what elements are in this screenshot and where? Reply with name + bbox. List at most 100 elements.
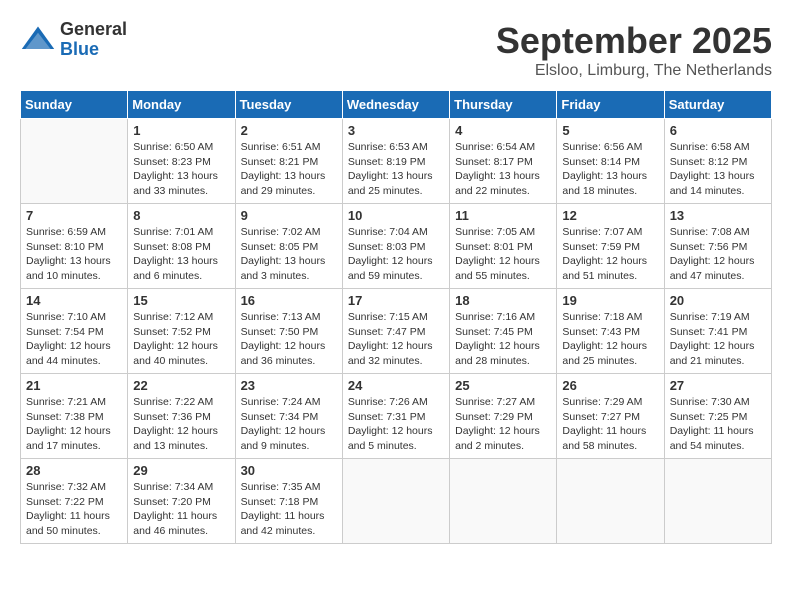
week-row-3: 14Sunrise: 7:10 AM Sunset: 7:54 PM Dayli… bbox=[21, 289, 772, 374]
day-number: 21 bbox=[26, 378, 122, 393]
day-info: Sunrise: 7:01 AM Sunset: 8:08 PM Dayligh… bbox=[133, 225, 229, 284]
calendar-cell: 29Sunrise: 7:34 AM Sunset: 7:20 PM Dayli… bbox=[128, 459, 235, 544]
calendar-cell bbox=[557, 459, 664, 544]
day-info: Sunrise: 7:32 AM Sunset: 7:22 PM Dayligh… bbox=[26, 480, 122, 539]
day-info: Sunrise: 7:15 AM Sunset: 7:47 PM Dayligh… bbox=[348, 310, 444, 369]
calendar-cell: 17 Sunrise: 7:15 AM Sunset: 7:47 PM Dayli… bbox=[342, 289, 449, 374]
calendar-cell: 14Sunrise: 7:10 AM Sunset: 7:54 PM Dayli… bbox=[21, 289, 128, 374]
day-info: Sunrise: 7:05 AM Sunset: 8:01 PM Dayligh… bbox=[455, 225, 551, 284]
calendar-cell: 10 Sunrise: 7:04 AM Sunset: 8:03 PM Dayli… bbox=[342, 204, 449, 289]
day-info: Sunrise: 7:13 AM Sunset: 7:50 PM Dayligh… bbox=[241, 310, 337, 369]
calendar-cell: 24Sunrise: 7:26 AM Sunset: 7:31 PM Dayli… bbox=[342, 374, 449, 459]
calendar-cell: 1 Sunrise: 6:50 AM Sunset: 8:23 PM Daylig… bbox=[128, 119, 235, 204]
day-info: Sunrise: 6:54 AM Sunset: 8:17 PM Dayligh… bbox=[455, 140, 551, 199]
day-number: 2 bbox=[241, 123, 337, 138]
calendar-cell: 12 Sunrise: 7:07 AM Sunset: 7:59 PM Dayli… bbox=[557, 204, 664, 289]
calendar-cell: 5Sunrise: 6:56 AM Sunset: 8:14 PM Daylig… bbox=[557, 119, 664, 204]
day-number: 23 bbox=[241, 378, 337, 393]
day-number: 30 bbox=[241, 463, 337, 478]
calendar-cell: 22 Sunrise: 7:22 AM Sunset: 7:36 PM Dayli… bbox=[128, 374, 235, 459]
page-header: General Blue September 2025 Elsloo, Limb… bbox=[20, 20, 772, 80]
day-number: 22 bbox=[133, 378, 229, 393]
weekday-header-monday: Monday bbox=[128, 91, 235, 119]
day-info: Sunrise: 7:18 AM Sunset: 7:43 PM Dayligh… bbox=[562, 310, 658, 369]
logo-blue: Blue bbox=[60, 40, 127, 60]
day-info: Sunrise: 7:30 AM Sunset: 7:25 PM Dayligh… bbox=[670, 395, 766, 454]
day-info: Sunrise: 7:02 AM Sunset: 8:05 PM Dayligh… bbox=[241, 225, 337, 284]
day-info: Sunrise: 7:07 AM Sunset: 7:59 PM Dayligh… bbox=[562, 225, 658, 284]
day-number: 17 bbox=[348, 293, 444, 308]
weekday-header-saturday: Saturday bbox=[664, 91, 771, 119]
day-info: Sunrise: 7:29 AM Sunset: 7:27 PM Dayligh… bbox=[562, 395, 658, 454]
calendar-cell: 11 Sunrise: 7:05 AM Sunset: 8:01 PM Dayli… bbox=[450, 204, 557, 289]
calendar-cell: 19 Sunrise: 7:18 AM Sunset: 7:43 PM Dayli… bbox=[557, 289, 664, 374]
day-number: 6 bbox=[670, 123, 766, 138]
day-info: Sunrise: 7:27 AM Sunset: 7:29 PM Dayligh… bbox=[455, 395, 551, 454]
day-number: 28 bbox=[26, 463, 122, 478]
day-number: 8 bbox=[133, 208, 229, 223]
day-info: Sunrise: 7:08 AM Sunset: 7:56 PM Dayligh… bbox=[670, 225, 766, 284]
day-number: 25 bbox=[455, 378, 551, 393]
day-number: 12 bbox=[562, 208, 658, 223]
day-number: 19 bbox=[562, 293, 658, 308]
calendar-cell: 20 Sunrise: 7:19 AM Sunset: 7:41 PM Dayli… bbox=[664, 289, 771, 374]
day-info: Sunrise: 7:21 AM Sunset: 7:38 PM Dayligh… bbox=[26, 395, 122, 454]
calendar-cell: 13 Sunrise: 7:08 AM Sunset: 7:56 PM Dayli… bbox=[664, 204, 771, 289]
day-number: 29 bbox=[133, 463, 229, 478]
location: Elsloo, Limburg, The Netherlands bbox=[496, 62, 772, 80]
calendar-cell: 2Sunrise: 6:51 AM Sunset: 8:21 PM Daylig… bbox=[235, 119, 342, 204]
day-info: Sunrise: 6:58 AM Sunset: 8:12 PM Dayligh… bbox=[670, 140, 766, 199]
day-number: 5 bbox=[562, 123, 658, 138]
day-number: 26 bbox=[562, 378, 658, 393]
day-number: 11 bbox=[455, 208, 551, 223]
calendar-cell: 27 Sunrise: 7:30 AM Sunset: 7:25 PM Dayli… bbox=[664, 374, 771, 459]
week-row-1: 1 Sunrise: 6:50 AM Sunset: 8:23 PM Daylig… bbox=[21, 119, 772, 204]
calendar-cell: 4 Sunrise: 6:54 AM Sunset: 8:17 PM Daylig… bbox=[450, 119, 557, 204]
day-info: Sunrise: 7:04 AM Sunset: 8:03 PM Dayligh… bbox=[348, 225, 444, 284]
logo-general: General bbox=[60, 20, 127, 40]
weekday-header-tuesday: Tuesday bbox=[235, 91, 342, 119]
day-number: 15 bbox=[133, 293, 229, 308]
calendar-cell bbox=[664, 459, 771, 544]
calendar-cell bbox=[450, 459, 557, 544]
weekday-header-thursday: Thursday bbox=[450, 91, 557, 119]
day-number: 4 bbox=[455, 123, 551, 138]
day-info: Sunrise: 7:10 AM Sunset: 7:54 PM Dayligh… bbox=[26, 310, 122, 369]
week-row-4: 21 Sunrise: 7:21 AM Sunset: 7:38 PM Dayli… bbox=[21, 374, 772, 459]
weekday-header-wednesday: Wednesday bbox=[342, 91, 449, 119]
day-number: 10 bbox=[348, 208, 444, 223]
calendar-cell: 26 Sunrise: 7:29 AM Sunset: 7:27 PM Dayli… bbox=[557, 374, 664, 459]
week-row-5: 28 Sunrise: 7:32 AM Sunset: 7:22 PM Dayli… bbox=[21, 459, 772, 544]
day-info: Sunrise: 7:24 AM Sunset: 7:34 PM Dayligh… bbox=[241, 395, 337, 454]
day-number: 27 bbox=[670, 378, 766, 393]
day-number: 1 bbox=[133, 123, 229, 138]
calendar: SundayMondayTuesdayWednesdayThursdayFrid… bbox=[20, 90, 772, 544]
weekday-header-sunday: Sunday bbox=[21, 91, 128, 119]
calendar-cell: 25 Sunrise: 7:27 AM Sunset: 7:29 PM Dayli… bbox=[450, 374, 557, 459]
calendar-cell: 30Sunrise: 7:35 AM Sunset: 7:18 PM Dayli… bbox=[235, 459, 342, 544]
calendar-cell: 18Sunrise: 7:16 AM Sunset: 7:45 PM Dayli… bbox=[450, 289, 557, 374]
day-info: Sunrise: 6:50 AM Sunset: 8:23 PM Dayligh… bbox=[133, 140, 229, 199]
logo: General Blue bbox=[20, 20, 127, 60]
calendar-cell: 15Sunrise: 7:12 AM Sunset: 7:52 PM Dayli… bbox=[128, 289, 235, 374]
calendar-cell: 6 Sunrise: 6:58 AM Sunset: 8:12 PM Daylig… bbox=[664, 119, 771, 204]
calendar-cell: 8 Sunrise: 7:01 AM Sunset: 8:08 PM Daylig… bbox=[128, 204, 235, 289]
day-number: 20 bbox=[670, 293, 766, 308]
calendar-cell bbox=[21, 119, 128, 204]
calendar-cell: 3Sunrise: 6:53 AM Sunset: 8:19 PM Daylig… bbox=[342, 119, 449, 204]
day-info: Sunrise: 7:22 AM Sunset: 7:36 PM Dayligh… bbox=[133, 395, 229, 454]
calendar-cell: 23 Sunrise: 7:24 AM Sunset: 7:34 PM Dayli… bbox=[235, 374, 342, 459]
day-info: Sunrise: 6:59 AM Sunset: 8:10 PM Dayligh… bbox=[26, 225, 122, 284]
day-info: Sunrise: 7:16 AM Sunset: 7:45 PM Dayligh… bbox=[455, 310, 551, 369]
week-row-2: 7Sunrise: 6:59 AM Sunset: 8:10 PM Daylig… bbox=[21, 204, 772, 289]
calendar-cell bbox=[342, 459, 449, 544]
calendar-cell: 28 Sunrise: 7:32 AM Sunset: 7:22 PM Dayli… bbox=[21, 459, 128, 544]
calendar-cell: 9Sunrise: 7:02 AM Sunset: 8:05 PM Daylig… bbox=[235, 204, 342, 289]
calendar-cell: 7Sunrise: 6:59 AM Sunset: 8:10 PM Daylig… bbox=[21, 204, 128, 289]
day-number: 16 bbox=[241, 293, 337, 308]
day-info: Sunrise: 6:53 AM Sunset: 8:19 PM Dayligh… bbox=[348, 140, 444, 199]
day-info: Sunrise: 7:19 AM Sunset: 7:41 PM Dayligh… bbox=[670, 310, 766, 369]
logo-text: General Blue bbox=[60, 20, 127, 60]
day-number: 13 bbox=[670, 208, 766, 223]
title-block: September 2025 Elsloo, Limburg, The Neth… bbox=[496, 20, 772, 80]
